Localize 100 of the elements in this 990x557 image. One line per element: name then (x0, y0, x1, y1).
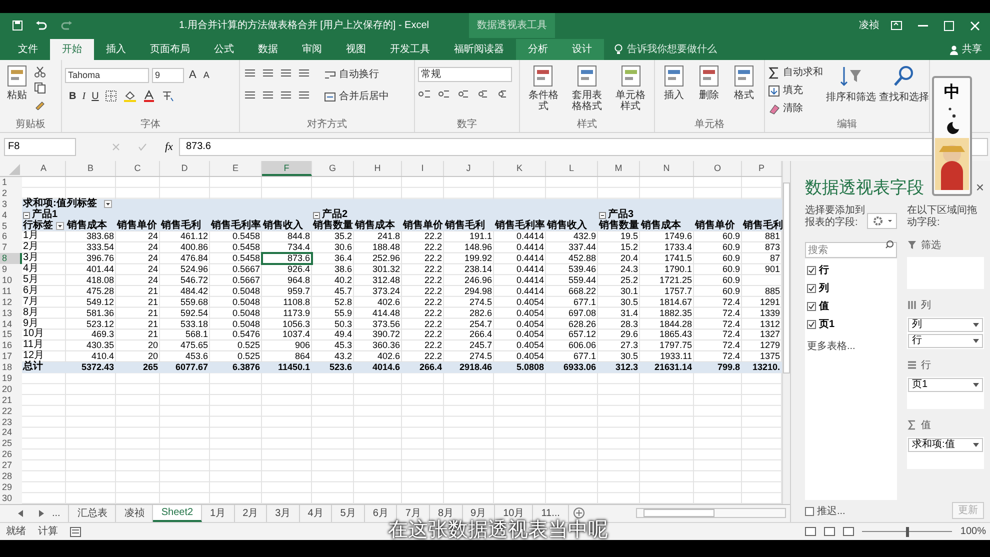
row-header[interactable]: 11 (0, 286, 22, 297)
row-header[interactable]: 28 (0, 471, 22, 482)
font-color-icon[interactable] (142, 90, 155, 102)
column-header[interactable]: B (66, 161, 116, 176)
checkbox[interactable] (807, 266, 816, 274)
column-header[interactable]: C (116, 161, 160, 176)
field-pill[interactable]: 求和项:值 (908, 438, 983, 452)
row-header[interactable]: 27 (0, 460, 22, 472)
collapse-icon[interactable] (599, 212, 606, 219)
checkbox[interactable] (807, 284, 816, 292)
minimize-icon[interactable] (918, 24, 928, 26)
collapse-icon[interactable] (313, 212, 320, 219)
row-header[interactable]: 22 (0, 406, 22, 417)
row-header[interactable]: 25 (0, 438, 22, 450)
bold-button[interactable]: B (69, 88, 76, 104)
merge-center-button[interactable]: 合并后居中 (324, 89, 389, 104)
font-size-field[interactable]: 9 (152, 68, 184, 83)
row-header[interactable]: 21 (0, 394, 22, 406)
table-format-button[interactable]: 套用表格格式 (566, 64, 608, 112)
add-sheet-icon[interactable] (572, 507, 585, 520)
row-header[interactable]: 9 (0, 264, 22, 276)
column-header[interactable]: K (494, 161, 546, 176)
ribbon-tab[interactable]: 插入 (94, 39, 138, 60)
horizontal-scrollbar[interactable] (636, 508, 786, 518)
row-header[interactable]: 17 (0, 351, 22, 362)
ime-toolbar[interactable]: 中 (932, 76, 972, 196)
row-header[interactable]: 2 (0, 188, 22, 199)
ribbon-tab[interactable]: 页面布局 (138, 39, 202, 60)
ribbon-tab[interactable]: 福昕阅读器 (442, 39, 516, 60)
row-header[interactable]: 3 (0, 198, 22, 210)
column-header[interactable]: D (160, 161, 210, 176)
column-header[interactable]: F (262, 161, 312, 176)
normal-view-icon[interactable] (805, 527, 816, 536)
field-pill[interactable]: 页1 (908, 378, 983, 392)
insert-function-button[interactable]: fx (165, 138, 173, 156)
row-header[interactable]: 1 (0, 177, 22, 188)
fill-color-icon[interactable] (122, 90, 137, 102)
ribbon-tab[interactable]: 开始 (50, 39, 94, 60)
column-header[interactable]: O (694, 161, 742, 176)
checkbox[interactable] (807, 320, 816, 328)
delete-button[interactable]: 删除 (693, 64, 725, 101)
column-header[interactable]: L (546, 161, 598, 176)
clear-button[interactable]: 清除 (768, 101, 823, 116)
page-layout-icon[interactable] (824, 527, 836, 536)
row-header[interactable]: 24 (0, 427, 22, 438)
row-header[interactable]: 4 (0, 210, 22, 221)
borders-icon[interactable] (104, 90, 117, 102)
font-name-field[interactable]: Tahoma (65, 68, 149, 83)
cell-styles-button[interactable]: 单元格样式 (610, 64, 652, 112)
row-header[interactable]: 6 (0, 231, 22, 242)
row-header[interactable]: 23 (0, 416, 22, 428)
fill-button[interactable]: 填充 (768, 83, 823, 98)
row-header[interactable]: 10 (0, 275, 22, 286)
sheet-tab[interactable]: Sheet2 (153, 504, 202, 522)
column-header[interactable]: M (598, 161, 640, 176)
row-header[interactable]: 16 (0, 340, 22, 352)
format-button[interactable]: 格式 (728, 64, 760, 101)
share-button[interactable]: 共享 (962, 42, 982, 57)
ime-mode[interactable]: 中 (944, 84, 960, 102)
name-box[interactable]: F8 (4, 138, 76, 156)
underline-button[interactable]: U (92, 88, 99, 104)
ribbon-tab[interactable]: 分析 (516, 39, 560, 60)
row-header[interactable]: 26 (0, 449, 22, 460)
column-header[interactable]: A (22, 161, 66, 176)
number-format-field[interactable]: 常规 (418, 67, 512, 82)
find-select-button[interactable]: 查找和选择 (879, 64, 929, 105)
formula-field[interactable]: 873.6 (178, 138, 988, 156)
ribbon-tab[interactable]: 视图 (334, 39, 378, 60)
field-pill[interactable]: 行 (908, 334, 983, 348)
row-header[interactable]: 19 (0, 373, 22, 384)
row-header[interactable]: 13 (0, 308, 22, 319)
collapse-icon[interactable] (23, 212, 30, 219)
checkbox[interactable] (807, 302, 816, 310)
undo-icon[interactable] (35, 20, 47, 31)
autosum-button[interactable]: 自动求和 (768, 65, 823, 80)
checkbox[interactable] (805, 506, 814, 516)
moon-icon[interactable] (944, 106, 960, 134)
more-tables-link[interactable]: 更多表格... (807, 338, 897, 354)
column-header[interactable]: I (402, 161, 444, 176)
row-header[interactable]: 8 (0, 253, 22, 264)
page-break-icon[interactable] (843, 527, 854, 536)
row-header[interactable]: 15 (0, 329, 22, 340)
ribbon-tab[interactable]: 开发工具 (378, 39, 442, 60)
scroll-left-icon[interactable] (18, 510, 24, 517)
row-header[interactable]: 18 (0, 362, 22, 374)
wrap-text-button[interactable]: 自动换行 (324, 67, 389, 82)
column-header[interactable]: J (444, 161, 494, 176)
row-header[interactable]: 5 (0, 220, 22, 232)
copy-icon[interactable] (34, 82, 46, 94)
column-header[interactable]: N (640, 161, 694, 176)
scissors-icon[interactable] (34, 66, 46, 78)
scroll-right-icon[interactable] (38, 510, 44, 517)
ribbon-tab[interactable]: 审阅 (290, 39, 334, 60)
insert-button[interactable]: 插入 (658, 64, 690, 101)
dropdown-icon[interactable] (104, 200, 112, 208)
tell-me-field[interactable]: 告诉我你想要做什么 (627, 42, 717, 57)
gear-icon[interactable] (867, 212, 897, 228)
ribbon-tab[interactable]: 数据 (246, 39, 290, 60)
grow-font-button[interactable]: A (187, 67, 198, 84)
row-header[interactable]: 29 (0, 482, 22, 493)
